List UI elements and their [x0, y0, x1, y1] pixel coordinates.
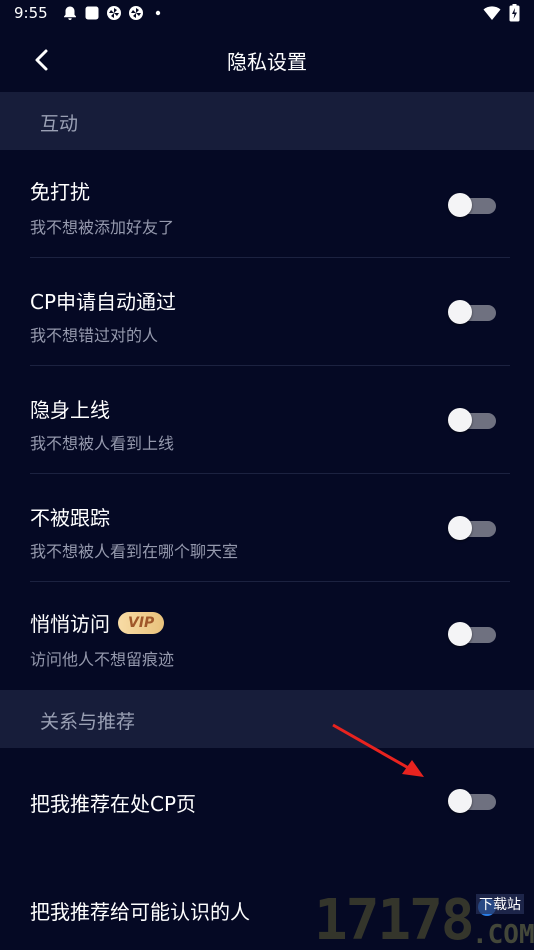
toggle-secret-visit[interactable]	[448, 622, 496, 646]
section-title: 关系与推荐	[40, 711, 136, 733]
watermark-label: 下载站	[476, 894, 524, 914]
pinwheel-icon	[107, 6, 121, 20]
setting-title: CP申请自动通过	[30, 290, 177, 314]
toggle-invisible-online[interactable]	[448, 408, 496, 432]
setting-title: 免打扰	[30, 180, 90, 204]
toggle-no-tracking[interactable]	[448, 516, 496, 540]
header: 隐私设置	[0, 28, 534, 92]
setting-title: 隐身上线	[30, 398, 110, 422]
section-header-relationship: 关系与推荐	[0, 690, 534, 748]
setting-subtitle: 我不想被人看到在哪个聊天室	[30, 542, 239, 561]
setting-subtitle: 我不想被人看到上线	[30, 434, 175, 453]
bell-icon	[64, 6, 76, 20]
section-title: 互动	[40, 113, 79, 135]
setting-subtitle: 我不想被添加好友了	[30, 218, 175, 237]
wifi-icon	[483, 6, 501, 20]
watermark-number: 17178	[314, 888, 475, 950]
section-header-interaction: 互动	[0, 92, 534, 150]
status-bar: 9:55	[0, 0, 534, 28]
status-time: 9:55	[14, 4, 48, 22]
screen: 9:55 隐私设置 互动 免打扰 我不想被添加好友了 CP申请自动通过 我不想错	[0, 0, 534, 950]
page-title: 隐私设置	[227, 50, 307, 74]
setting-row-no-tracking: 不被跟踪 我不想被人看到在哪个聊天室	[0, 474, 534, 582]
pinwheel-icon	[129, 6, 143, 20]
battery-icon	[509, 4, 520, 22]
setting-row-cp-auto-approve: CP申请自动通过 我不想错过对的人	[0, 258, 534, 366]
vip-badge: VIP	[118, 611, 165, 634]
annotation-arrow-icon	[332, 723, 424, 777]
setting-subtitle: 我不想错过对的人	[30, 326, 159, 345]
watermark: 17178 下载站 .COM	[312, 884, 534, 950]
setting-subtitle: 访问他人不想留痕迹	[30, 650, 175, 669]
dot-icon	[155, 10, 161, 16]
status-icons-left	[62, 5, 166, 21]
setting-row-invisible-online: 隐身上线 我不想被人看到上线	[0, 366, 534, 474]
status-icons-right	[483, 4, 520, 22]
setting-row-do-not-disturb: 免打扰 我不想被添加好友了	[0, 150, 534, 258]
watermark-domain: .COM	[472, 920, 534, 950]
toggle-do-not-disturb[interactable]	[448, 193, 496, 217]
setting-title: 不被跟踪	[30, 506, 110, 530]
setting-title: 把我推荐在处CP页	[30, 792, 197, 816]
setting-row-recommend-cp-page: 把我推荐在处CP页	[0, 748, 534, 854]
toggle-cp-auto-approve[interactable]	[448, 300, 496, 324]
setting-row-secret-visit: 悄悄访问 VIP 访问他人不想留痕迹	[0, 582, 534, 690]
square-icon	[85, 6, 99, 20]
setting-title: 把我推荐给可能认识的人	[30, 900, 250, 924]
toggle-recommend-cp-page[interactable]	[448, 789, 496, 813]
setting-title: 悄悄访问 VIP	[30, 608, 165, 637]
